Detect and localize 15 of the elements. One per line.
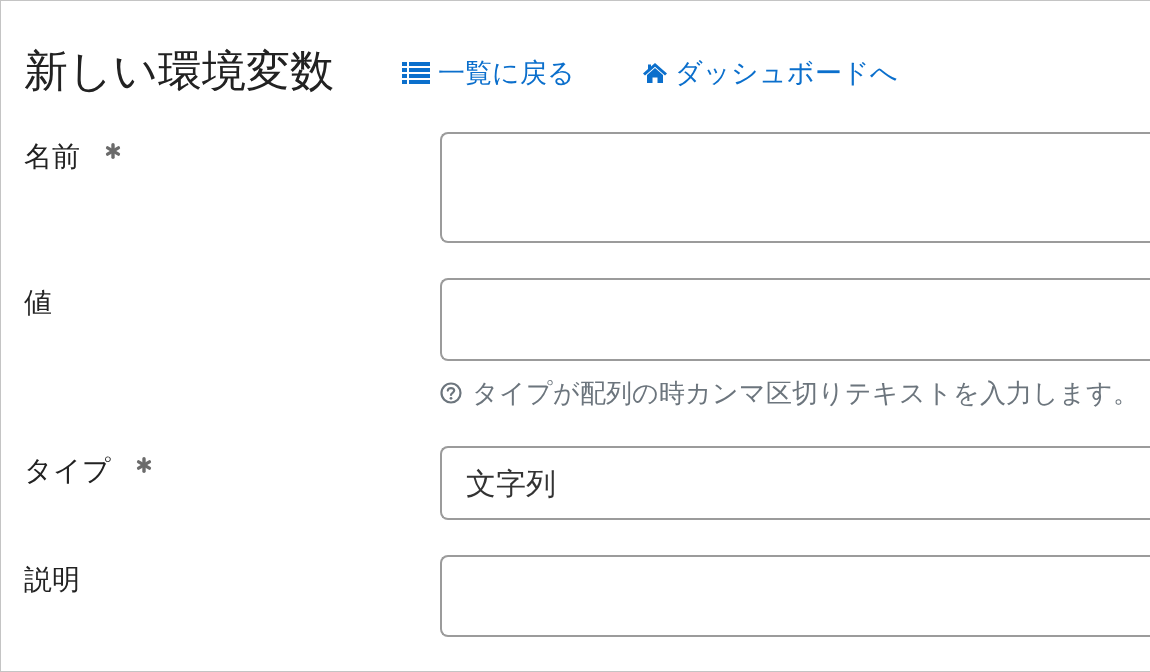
nav-link[interactable]: ダッシュボードへ bbox=[643, 54, 898, 91]
type-select[interactable]: 文字列 bbox=[440, 446, 1150, 520]
help-icon bbox=[440, 382, 462, 404]
page-title: 新しい環境変数 bbox=[24, 45, 334, 97]
help-text: タイプが配列の時カンマ区切りテキストを入力します。 bbox=[472, 377, 1139, 410]
text-field[interactable] bbox=[440, 555, 1150, 637]
list-icon bbox=[402, 61, 430, 84]
field-label: 値 bbox=[24, 286, 52, 320]
home-icon bbox=[643, 62, 667, 83]
nav-link[interactable]: 一覧に戻る bbox=[402, 54, 575, 91]
field-label: 名前 bbox=[24, 140, 80, 174]
field-label: タイプ bbox=[24, 454, 111, 488]
text-field[interactable] bbox=[440, 278, 1150, 361]
field-label: 説明 bbox=[24, 563, 80, 597]
text-field[interactable] bbox=[440, 132, 1150, 243]
